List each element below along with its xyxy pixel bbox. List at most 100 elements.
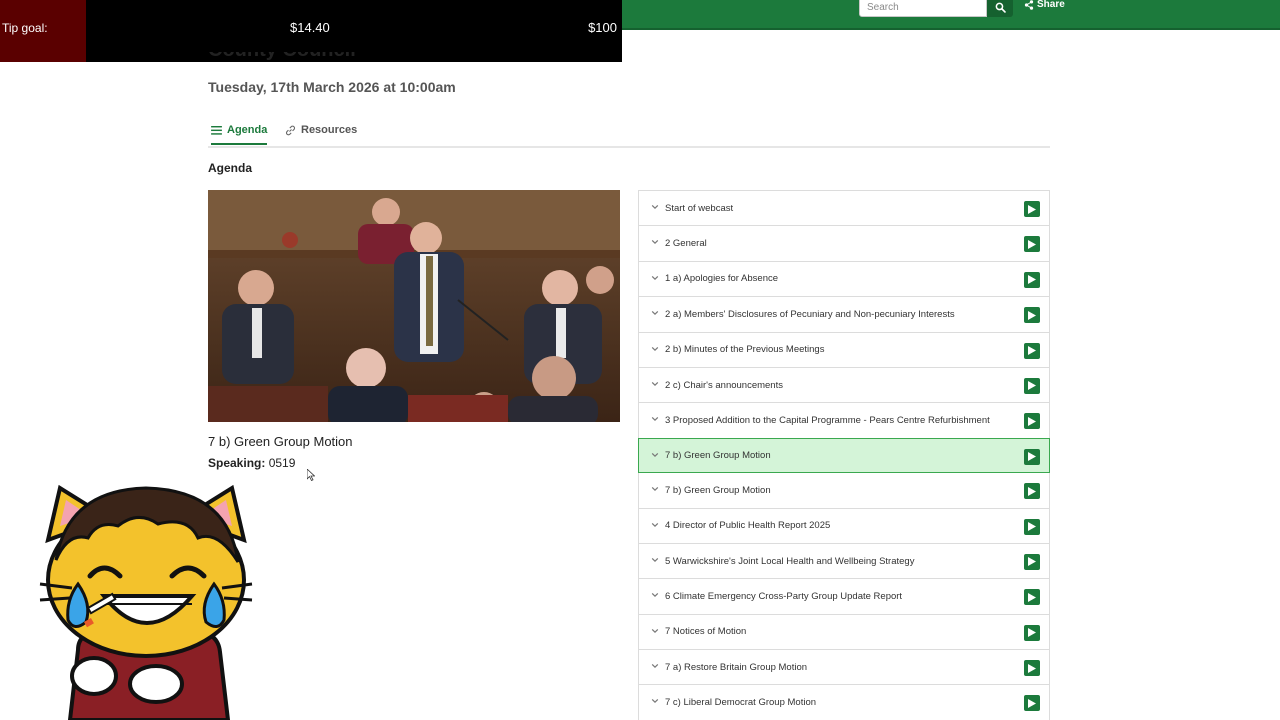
play-item-button[interactable] (1024, 589, 1040, 606)
agenda-item[interactable]: 3 Proposed Addition to the Capital Progr… (639, 403, 1049, 439)
chevron-down-icon[interactable] (651, 238, 659, 246)
play-icon (1028, 346, 1036, 356)
agenda-item-label: 7 c) Liberal Democrat Group Motion (665, 697, 817, 709)
speaking-value: 0519 (268, 456, 296, 470)
page-title: County Council (208, 52, 356, 63)
agenda-item[interactable]: 2 b) Minutes of the Previous Meetings (639, 332, 1049, 368)
chevron-down-icon[interactable] (651, 521, 659, 529)
list-icon (211, 125, 222, 135)
play-item-button[interactable] (1024, 236, 1040, 253)
play-item-button[interactable] (1024, 413, 1040, 430)
play-icon (1028, 698, 1036, 708)
play-icon (1028, 628, 1036, 638)
play-item-button[interactable] (1024, 624, 1040, 641)
tab-agenda[interactable]: Agenda (211, 124, 268, 145)
agenda-item[interactable]: 7 b) Green Group Motion (639, 473, 1049, 509)
agenda-item[interactable]: 2 c) Chair's announcements (639, 367, 1049, 404)
meeting-date: Tuesday, 17th March 2026 at 10:00am (208, 79, 456, 95)
streamer-mascot (39, 484, 253, 720)
tab-resources[interactable]: Resources (285, 124, 357, 136)
video-player[interactable] (208, 190, 620, 422)
play-item-button[interactable] (1024, 307, 1040, 324)
play-item-button[interactable] (1024, 377, 1040, 394)
speaking-label: Speaking: (208, 456, 266, 470)
agenda-item[interactable]: 2 a) Members' Disclosures of Pecuniary a… (639, 297, 1049, 333)
play-icon (1028, 381, 1036, 391)
agenda-item[interactable]: 7 a) Restore Britain Group Motion (639, 650, 1049, 686)
play-item-button[interactable] (1024, 695, 1040, 712)
agenda-item-label: 6 Climate Emergency Cross-Party Group Up… (665, 590, 903, 602)
chevron-down-icon[interactable] (651, 451, 659, 459)
play-item-button[interactable] (1024, 660, 1040, 677)
mouse-cursor-icon (307, 469, 315, 481)
agenda-item-label: 2 c) Chair's announcements (665, 379, 783, 391)
chevron-down-icon[interactable] (651, 485, 659, 493)
tab-agenda-label: Agenda (227, 124, 268, 136)
agenda-item-label: 7 b) Green Group Motion (665, 484, 771, 496)
page-title-text: County Council (208, 52, 356, 61)
tip-goal-current: $14.40 (290, 20, 330, 35)
play-item-button[interactable] (1024, 201, 1040, 217)
chevron-down-icon[interactable] (651, 627, 659, 635)
now-playing-title: 7 b) Green Group Motion (208, 434, 353, 449)
agenda-item-label: 2 General (665, 238, 707, 250)
search-button[interactable] (987, 0, 1013, 17)
play-icon (1028, 452, 1036, 462)
chevron-down-icon[interactable] (651, 274, 659, 282)
chevron-down-icon[interactable] (651, 662, 659, 670)
play-item-button[interactable] (1024, 553, 1040, 570)
play-item-button[interactable] (1024, 271, 1040, 288)
agenda-item[interactable]: 7 c) Liberal Democrat Group Motion (639, 685, 1049, 720)
agenda-item-label: 7 Notices of Motion (665, 626, 747, 638)
agenda-item-label: 7 a) Restore Britain Group Motion (665, 661, 808, 673)
play-item-button[interactable] (1024, 342, 1040, 359)
play-icon (1028, 239, 1036, 249)
play-icon (1028, 592, 1036, 602)
chevron-down-icon[interactable] (651, 556, 659, 564)
agenda-item[interactable]: 1 a) Apologies for Absence (639, 261, 1049, 298)
play-item-button[interactable] (1024, 483, 1040, 500)
play-icon (1028, 522, 1036, 532)
tab-resources-label: Resources (301, 124, 358, 136)
search-box (859, 0, 1013, 17)
play-item-button[interactable] (1024, 518, 1040, 535)
agenda-item-label: 2 a) Members' Disclosures of Pecuniary a… (665, 308, 955, 320)
agenda-item[interactable]: Start of webcast (639, 191, 1049, 227)
play-item-button[interactable] (1024, 448, 1040, 465)
agenda-item[interactable]: 5 Warwickshire's Joint Local Health and … (639, 543, 1049, 580)
chevron-down-icon[interactable] (651, 380, 659, 388)
tip-goal-label: Tip goal: (2, 21, 48, 35)
chevron-down-icon[interactable] (651, 591, 659, 599)
share-icon (1024, 0, 1034, 10)
section-heading: Agenda (208, 161, 253, 175)
agenda-item-label: Start of webcast (665, 202, 734, 214)
agenda-item-label: 5 Warwickshire's Joint Local Health and … (665, 555, 915, 567)
search-icon (995, 2, 1006, 13)
chevron-down-icon[interactable] (651, 309, 659, 317)
chevron-down-icon[interactable] (651, 345, 659, 353)
agenda-item[interactable]: 2 General (639, 226, 1049, 262)
agenda-item[interactable]: 7 b) Green Group Motion (638, 437, 1050, 474)
agenda-item[interactable]: 7 Notices of Motion (639, 614, 1049, 651)
agenda-item[interactable]: 6 Climate Emergency Cross-Party Group Up… (639, 579, 1049, 615)
agenda-item-label: 1 a) Apologies for Absence (665, 273, 779, 285)
share-button[interactable]: Share (1024, 0, 1065, 10)
video-frame (208, 190, 620, 422)
play-icon (1028, 486, 1036, 496)
agenda-item-label: 2 b) Minutes of the Previous Meetings (665, 344, 825, 356)
tip-goal-target: $100 (588, 20, 617, 35)
play-icon (1028, 204, 1036, 214)
agenda-item-label: 3 Proposed Addition to the Capital Progr… (665, 415, 990, 427)
speaking-info: Speaking: 0519 (208, 456, 295, 470)
agenda-list: Start of webcast 2 General 1 a) Apologies … (638, 190, 1050, 720)
chevron-down-icon[interactable] (651, 697, 659, 705)
play-icon (1028, 557, 1036, 567)
chevron-down-icon[interactable] (651, 203, 659, 211)
search-input[interactable] (859, 0, 987, 17)
agenda-item-label: 4 Director of Public Health Report 2025 (665, 520, 831, 532)
chevron-down-icon[interactable] (651, 415, 659, 423)
play-icon (1028, 310, 1036, 320)
agenda-item[interactable]: 4 Director of Public Health Report 2025 (639, 508, 1049, 544)
play-icon (1028, 663, 1036, 673)
link-icon (286, 125, 295, 135)
